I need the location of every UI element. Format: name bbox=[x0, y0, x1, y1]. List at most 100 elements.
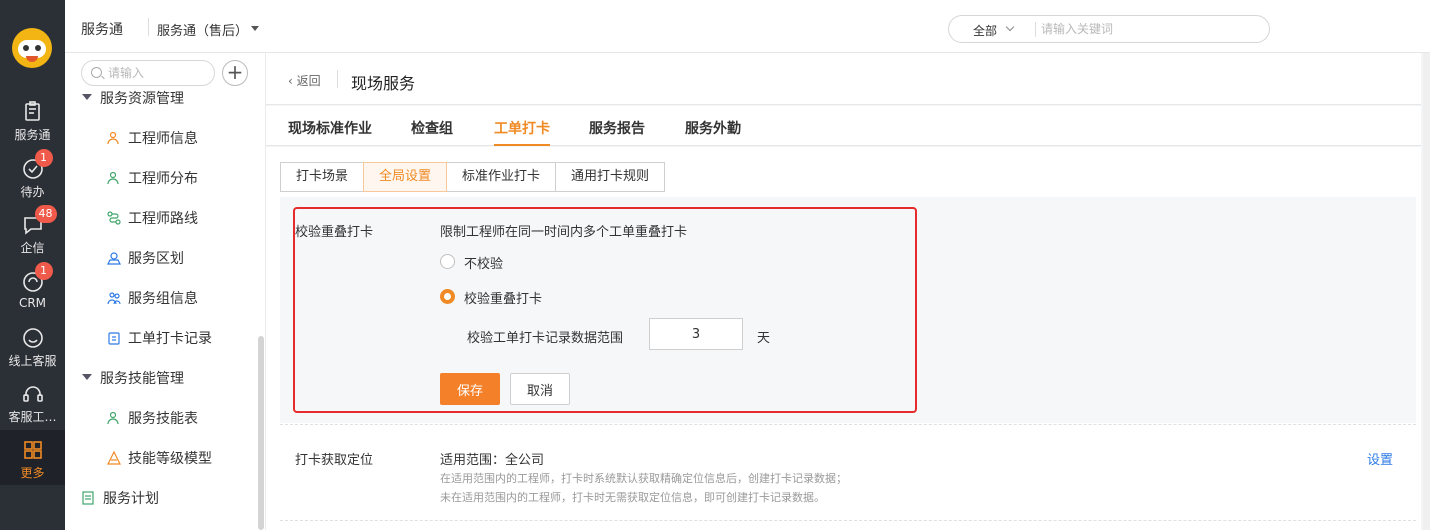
smile-icon bbox=[21, 326, 45, 350]
top-bar: 服务通 服务通（售后） 全部 bbox=[65, 0, 1430, 53]
nav-item-engineer-route[interactable]: 工程师路线 bbox=[107, 208, 198, 228]
nav-search-input[interactable] bbox=[108, 64, 208, 82]
rail-item-more[interactable]: 更多 bbox=[0, 430, 65, 485]
chat-bubble-icon: 48 bbox=[21, 205, 57, 237]
nav-group-label: 服务技能管理 bbox=[100, 371, 184, 387]
overlap-settings-panel: 校验重叠打卡 限制工程师在同一时间内多个工单重叠打卡 不校验 校验重叠打卡 校验… bbox=[280, 197, 1416, 423]
add-button[interactable]: + bbox=[222, 60, 248, 86]
content-panel: 打卡场景 全局设置 标准作业打卡 通用打卡规则 校验重叠打卡 限制工程师在同一时… bbox=[266, 147, 1421, 530]
cancel-button[interactable]: 取消 bbox=[510, 373, 570, 405]
page-title: 现场服务 bbox=[351, 74, 416, 93]
route-icon bbox=[107, 211, 121, 225]
scrollbar[interactable] bbox=[1423, 53, 1430, 530]
nav-group-resources[interactable]: 服务资源管理 bbox=[82, 88, 184, 108]
nav-item-service-zone[interactable]: 服务区划 bbox=[107, 248, 184, 268]
nav-item-checkin-records[interactable]: 工单打卡记录 bbox=[107, 328, 212, 348]
search-icon bbox=[91, 67, 102, 78]
todo-badge: 1 bbox=[34, 149, 53, 167]
nav-item-label: 服务技能表 bbox=[128, 411, 198, 427]
nav-item-label: 服务区划 bbox=[128, 251, 184, 267]
search-input[interactable] bbox=[1041, 18, 1261, 40]
nav-item-label: 工单打卡记录 bbox=[128, 331, 212, 347]
crm-icon: 1 bbox=[21, 262, 53, 294]
rail-item-online-service[interactable]: 线上客服 bbox=[0, 326, 65, 382]
location-hint-2: 未在适用范围内的工程师，打卡时无需获取定位信息，即可创建打卡记录数据。 bbox=[440, 491, 825, 504]
logo-mouth bbox=[26, 56, 38, 62]
location-settings-link[interactable]: 设置 bbox=[1367, 449, 1393, 468]
crm-badge: 1 bbox=[34, 262, 53, 280]
nav-group-skills[interactable]: 服务技能管理 bbox=[82, 368, 184, 388]
secondary-nav: + 服务资源管理 工程师信息 工程师分布 工程师路线 服务区划 服务组信息 工单… bbox=[65, 53, 266, 530]
rail-item-chat[interactable]: 48 企信 bbox=[0, 205, 65, 269]
range-label: 校验工单打卡记录数据范围 bbox=[467, 331, 624, 346]
nav-item-label: 技能等级模型 bbox=[128, 451, 212, 467]
triangle-icon bbox=[107, 450, 121, 465]
rail-label: 客服工… bbox=[8, 410, 57, 424]
tab-field-service[interactable]: 服务外勤 bbox=[685, 118, 741, 138]
location-label: 打卡获取定位 bbox=[295, 453, 374, 468]
nav-item-label: 工程师分布 bbox=[128, 171, 198, 187]
back-link[interactable]: ‹ 返回 bbox=[288, 72, 321, 89]
app-title: 服务通 bbox=[81, 22, 123, 38]
range-days-input[interactable] bbox=[649, 318, 743, 350]
seg-general-rules[interactable]: 通用打卡规则 bbox=[555, 162, 666, 192]
radio-no-check-label: 不校验 bbox=[464, 257, 504, 272]
overlap-label: 校验重叠打卡 bbox=[295, 225, 374, 240]
nav-item-engineer-info[interactable]: 工程师信息 bbox=[107, 128, 198, 148]
rail-item-service[interactable]: 服务通 bbox=[0, 100, 65, 156]
app-switcher[interactable]: 服务通（售后） bbox=[157, 20, 248, 39]
location-hint-1: 在适用范围内的工程师，打卡时系统默认获取精确定位信息后，创建打卡记录数据； bbox=[440, 472, 847, 485]
rail-label: 更多 bbox=[20, 466, 45, 480]
radio-no-check[interactable] bbox=[440, 254, 455, 269]
nav-item-label: 工程师路线 bbox=[128, 211, 198, 227]
map-pin-icon bbox=[107, 171, 121, 185]
main-area: ‹ 返回 现场服务 现场标准作业 检查组 工单打卡 服务报告 服务外勤 打卡场景… bbox=[266, 53, 1430, 530]
segmented-control: 打卡场景 全局设置 标准作业打卡 通用打卡规则 bbox=[280, 162, 666, 192]
group-icon bbox=[107, 291, 121, 305]
global-search: 全部 bbox=[948, 15, 1270, 43]
headset-icon bbox=[21, 382, 45, 406]
location-scope: 适用范围：全公司 bbox=[440, 453, 545, 468]
nav-item-skill-level-model[interactable]: 技能等级模型 bbox=[107, 448, 212, 468]
caret-down-icon[interactable] bbox=[251, 26, 259, 31]
record-icon bbox=[107, 331, 121, 345]
caret-down-icon bbox=[82, 374, 92, 380]
grid-icon bbox=[21, 438, 45, 462]
tab-checkin[interactable]: 工单打卡 bbox=[494, 118, 550, 146]
divider bbox=[280, 424, 1416, 425]
logo-eye bbox=[23, 45, 29, 51]
nav-item-service-plan[interactable]: 服务计划 bbox=[81, 488, 159, 508]
page-header: ‹ 返回 现场服务 bbox=[266, 53, 1421, 105]
divider bbox=[337, 70, 338, 88]
rail-item-todo[interactable]: 1 待办 bbox=[0, 149, 65, 213]
back-label: 返回 bbox=[296, 74, 321, 88]
search-scope-select[interactable]: 全部 bbox=[973, 22, 997, 39]
seg-standard-work-checkin[interactable]: 标准作业打卡 bbox=[446, 162, 557, 192]
rail-label: 线上客服 bbox=[8, 354, 57, 368]
engineer-icon bbox=[107, 131, 121, 145]
app-logo[interactable] bbox=[12, 28, 52, 68]
tab-service-report[interactable]: 服务报告 bbox=[589, 118, 645, 138]
nav-item-label: 服务计划 bbox=[103, 491, 159, 507]
seg-checkin-scene[interactable]: 打卡场景 bbox=[280, 162, 365, 192]
rail-item-crm[interactable]: 1 CRM bbox=[0, 262, 65, 326]
nav-item-engineer-distribution[interactable]: 工程师分布 bbox=[107, 168, 198, 188]
seg-global-settings[interactable]: 全局设置 bbox=[363, 162, 448, 192]
nav-item-label: 工程师信息 bbox=[128, 131, 198, 147]
caret-down-icon bbox=[82, 94, 92, 100]
chevron-down-icon[interactable] bbox=[1005, 22, 1015, 32]
tab-standard-work[interactable]: 现场标准作业 bbox=[288, 118, 372, 138]
scrollbar[interactable] bbox=[258, 336, 264, 530]
nav-group-label: 服务资源管理 bbox=[100, 91, 184, 107]
nav-item-service-group[interactable]: 服务组信息 bbox=[107, 288, 198, 308]
range-unit: 天 bbox=[757, 331, 771, 346]
tab-check-group[interactable]: 检查组 bbox=[411, 118, 453, 138]
rail-label: 待办 bbox=[20, 185, 45, 199]
rail-label: 服务通 bbox=[14, 128, 51, 142]
save-button[interactable]: 保存 bbox=[440, 373, 500, 405]
divider bbox=[280, 520, 1416, 521]
rail-label: 企信 bbox=[20, 241, 45, 255]
clipboard-icon bbox=[21, 100, 45, 124]
nav-item-skill-table[interactable]: 服务技能表 bbox=[107, 408, 198, 428]
radio-check-overlap[interactable] bbox=[440, 289, 455, 304]
